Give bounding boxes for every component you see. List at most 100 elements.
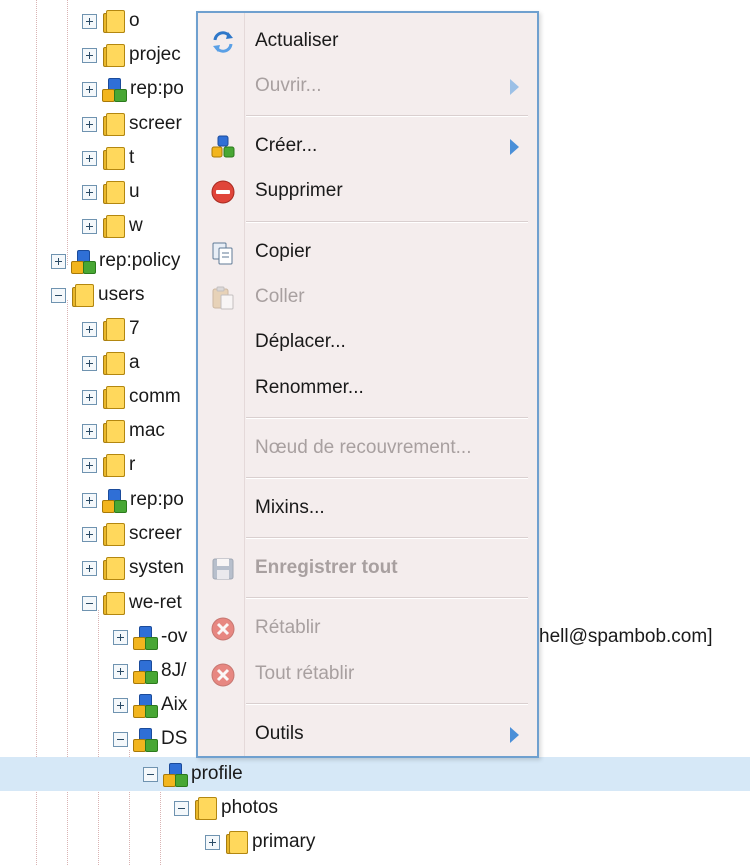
tree-row[interactable]: photos (0, 791, 750, 825)
tree-node[interactable]: rep:po (82, 72, 184, 106)
menu-item-n-ud-de-recouvrement[interactable]: Nœud de recouvrement... (198, 426, 537, 470)
collapse-icon[interactable] (143, 766, 158, 782)
menu-item-coller[interactable]: Coller (198, 275, 537, 319)
folder-icon (101, 180, 125, 204)
menu-item-tout-r-tablir[interactable]: Tout rétablir (198, 652, 537, 696)
menu-item-label: Outils (255, 723, 304, 744)
expand-icon[interactable] (82, 355, 97, 371)
tree-node-label: r (129, 454, 136, 475)
node-cubes-icon (101, 77, 127, 102)
tree-node[interactable]: systen (82, 551, 184, 585)
tree-node[interactable]: w (82, 209, 143, 243)
expand-icon[interactable] (205, 834, 220, 850)
tree-node-label: we-ret (129, 592, 182, 613)
tree-node[interactable]: screer (82, 517, 182, 551)
tree-node[interactable]: mac (82, 414, 165, 448)
menu-item-actualiser[interactable]: Actualiser (198, 19, 537, 63)
expand-icon[interactable] (82, 81, 97, 97)
expand-icon[interactable] (51, 253, 66, 269)
menu-item-cr-er[interactable]: Créer... (198, 124, 537, 168)
tree-node-label: a (129, 352, 140, 373)
tree-node[interactable]: photos (174, 791, 278, 825)
folder-icon (70, 283, 94, 307)
expand-icon[interactable] (82, 116, 97, 132)
menu-item-label: Coller (255, 286, 305, 307)
menu-item-ouvrir[interactable]: Ouvrir... (198, 64, 537, 108)
expand-icon[interactable] (82, 47, 97, 63)
tree-node-label: screer (129, 523, 182, 544)
collapse-icon[interactable] (113, 731, 128, 747)
tree-node-label: users (98, 284, 145, 305)
menu-item-r-tablir[interactable]: Rétablir (198, 606, 537, 650)
expand-icon[interactable] (82, 492, 97, 508)
menu-item-enregistrer-tout[interactable]: Enregistrer tout (198, 546, 537, 590)
collapse-icon[interactable] (51, 287, 66, 303)
tree-node[interactable]: projec (82, 38, 181, 72)
tree-node-label: rep:policy (99, 250, 181, 271)
node-cubes-icon (132, 727, 158, 752)
menu-item-d-placer[interactable]: Déplacer... (198, 320, 537, 364)
folder-icon (101, 556, 125, 580)
menu-item-label: Rétablir (255, 617, 321, 638)
node-cubes-icon (162, 762, 188, 787)
tree-node[interactable]: rep:po (82, 483, 184, 517)
expand-icon[interactable] (82, 13, 97, 29)
tree-node[interactable]: Aix (113, 688, 187, 722)
menu-item-copier[interactable]: Copier (198, 230, 537, 274)
expand-icon[interactable] (113, 697, 128, 713)
tree-node[interactable]: o (82, 4, 140, 38)
expand-icon[interactable] (113, 629, 128, 645)
menu-separator (246, 417, 528, 419)
expand-icon[interactable] (82, 321, 97, 337)
folder-icon (101, 214, 125, 238)
tree-row[interactable]: primary (0, 825, 750, 859)
tree-node[interactable]: primary (205, 825, 315, 859)
menu-item-mixins[interactable]: Mixins... (198, 486, 537, 530)
tree-row-selected[interactable]: profile (0, 757, 750, 791)
tree-node[interactable]: we-ret (82, 586, 182, 620)
menu-separator (246, 221, 528, 223)
menu-item-supprimer[interactable]: Supprimer (198, 169, 537, 213)
tree-node[interactable]: a (82, 346, 140, 380)
tree-node[interactable]: 7 (82, 312, 140, 346)
tree-node[interactable]: comm (82, 380, 181, 414)
expand-icon[interactable] (82, 560, 97, 576)
tree-node-label: 7 (129, 318, 140, 339)
tree-node-label: comm (129, 386, 181, 407)
tree-node-label: mac (129, 420, 165, 441)
tree-node-label: projec (129, 44, 181, 65)
menu-item-outils[interactable]: Outils (198, 712, 537, 756)
tree-node-label: t (129, 147, 135, 168)
expand-icon[interactable] (82, 389, 97, 405)
expand-icon[interactable] (82, 457, 97, 473)
tree-node[interactable]: t (82, 141, 134, 175)
tree-node[interactable]: 8J/ (113, 654, 186, 688)
tree-node[interactable]: -ov (113, 620, 187, 654)
tree-node-label: primary (252, 831, 316, 852)
tree-node-label: screer (129, 113, 182, 134)
folder-icon (101, 453, 125, 477)
tree-node[interactable]: profile (143, 757, 243, 791)
expand-icon[interactable] (113, 663, 128, 679)
collapse-icon[interactable] (174, 800, 189, 816)
tree-node-label: -ov (161, 626, 188, 647)
collapse-icon[interactable] (82, 595, 97, 611)
menu-item-label: Déplacer... (255, 331, 346, 352)
expand-icon[interactable] (82, 218, 97, 234)
tree-node[interactable]: screer (82, 107, 182, 141)
expand-icon[interactable] (82, 184, 97, 200)
tree-node[interactable]: DS (113, 722, 187, 756)
menu-item-label: Copier (255, 241, 311, 262)
folder-icon (101, 351, 125, 375)
tree-node[interactable]: r (82, 448, 135, 482)
menu-item-renommer[interactable]: Renommer... (198, 366, 537, 410)
expand-icon[interactable] (82, 526, 97, 542)
tree-node-label: systen (129, 557, 184, 578)
folder-icon (101, 43, 125, 67)
tree-node[interactable]: u (82, 175, 140, 209)
tree-node[interactable]: users (51, 278, 144, 312)
submenu-arrow-icon (510, 79, 519, 95)
tree-node[interactable]: rep:policy (51, 244, 180, 278)
expand-icon[interactable] (82, 423, 97, 439)
expand-icon[interactable] (82, 150, 97, 166)
